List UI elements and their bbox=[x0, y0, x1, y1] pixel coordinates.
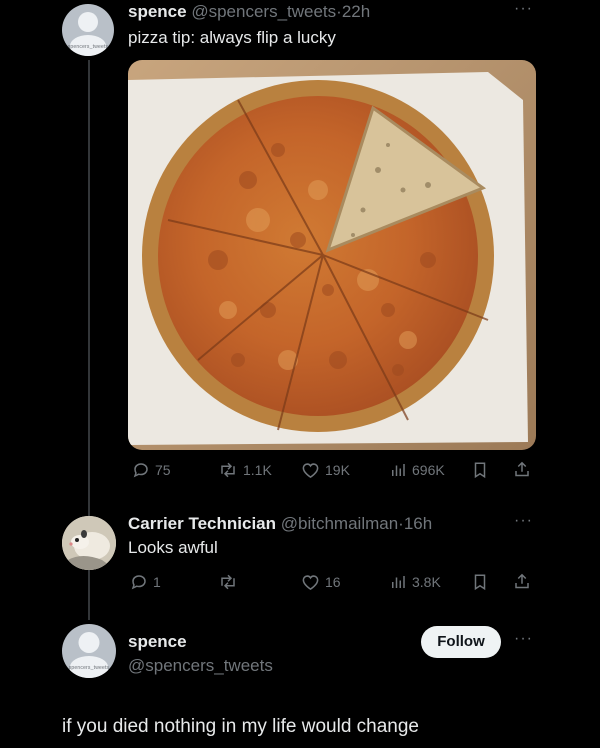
reply-reply-button[interactable]: 1 bbox=[130, 573, 161, 591]
views-count: 696K bbox=[412, 462, 445, 478]
response-text: if you died nothing in my life would cha… bbox=[62, 716, 420, 737]
reply-author-handle[interactable]: @bitchmailman bbox=[281, 514, 398, 533]
reply-retweet-button[interactable] bbox=[218, 573, 243, 591]
analytics-icon bbox=[392, 576, 405, 588]
bookmark-icon bbox=[474, 574, 486, 591]
retweet-icon bbox=[221, 462, 235, 478]
retweet-button[interactable]: 1.1K bbox=[218, 461, 272, 479]
tweet-photo[interactable] bbox=[128, 60, 536, 450]
reply-like-button[interactable]: 16 bbox=[301, 573, 341, 591]
tweet-text: pizza tip: always flip a lucky bbox=[128, 28, 336, 47]
avatar-head bbox=[78, 632, 100, 653]
reply-like-count: 16 bbox=[325, 574, 341, 590]
retweet-icon bbox=[221, 574, 235, 590]
retweet-count: 1.1K bbox=[243, 462, 272, 478]
pizza-image bbox=[128, 60, 536, 450]
tweet-time[interactable]: 22h bbox=[342, 2, 370, 21]
author-name[interactable]: spence bbox=[128, 2, 187, 21]
reply-count: 75 bbox=[155, 462, 171, 478]
reply-avatar[interactable] bbox=[62, 516, 116, 570]
bookmark-button[interactable] bbox=[472, 461, 488, 479]
like-button[interactable]: 19K bbox=[301, 461, 350, 479]
more-dots-icon[interactable]: ··· bbox=[514, 512, 533, 530]
reply-icon bbox=[131, 575, 146, 590]
reply-text: Looks awful bbox=[128, 538, 218, 557]
author-avatar[interactable]: spencers_tweets bbox=[62, 4, 114, 56]
reply-author-name[interactable]: Carrier Technician bbox=[128, 514, 276, 533]
avatar-tag: spencers_tweets bbox=[68, 665, 110, 671]
views-button[interactable]: 696K bbox=[389, 461, 445, 479]
reply-button[interactable]: 75 bbox=[132, 461, 171, 479]
avatar-head bbox=[78, 12, 98, 32]
tweet-header: spence @spencers_tweets·22h bbox=[128, 2, 370, 22]
analytics-icon bbox=[392, 464, 405, 476]
heart-icon bbox=[302, 463, 319, 479]
bookmark-icon bbox=[474, 462, 486, 479]
share-button[interactable] bbox=[513, 460, 531, 479]
reply-time[interactable]: 16h bbox=[404, 514, 432, 533]
response-author-name[interactable]: spence bbox=[128, 632, 187, 652]
more-dots-icon[interactable]: ··· bbox=[514, 630, 533, 648]
reply-share-button[interactable] bbox=[513, 572, 531, 591]
response-avatar[interactable]: spencers_tweets bbox=[62, 624, 116, 678]
author-handle[interactable]: @spencers_tweets bbox=[191, 2, 336, 21]
response-author-handle[interactable]: @spencers_tweets bbox=[128, 656, 273, 676]
reply-icon bbox=[133, 463, 148, 478]
heart-icon bbox=[302, 575, 319, 591]
reply-header: Carrier Technician @bitchmailman·16h bbox=[128, 514, 432, 534]
reply-reply-count: 1 bbox=[153, 574, 161, 590]
more-dots-icon[interactable]: ··· bbox=[514, 0, 533, 18]
follow-button[interactable]: Follow bbox=[421, 626, 501, 658]
reply-views-count: 3.8K bbox=[412, 574, 441, 590]
possum-avatar-icon bbox=[62, 516, 116, 570]
like-count: 19K bbox=[325, 462, 350, 478]
avatar-tag: spencers_tweets bbox=[67, 44, 109, 50]
reply-views-button[interactable]: 3.8K bbox=[389, 573, 441, 591]
reply-bookmark-button[interactable] bbox=[472, 573, 488, 591]
share-icon bbox=[515, 573, 529, 589]
share-icon bbox=[515, 461, 529, 477]
reply-thread-line bbox=[88, 574, 90, 620]
